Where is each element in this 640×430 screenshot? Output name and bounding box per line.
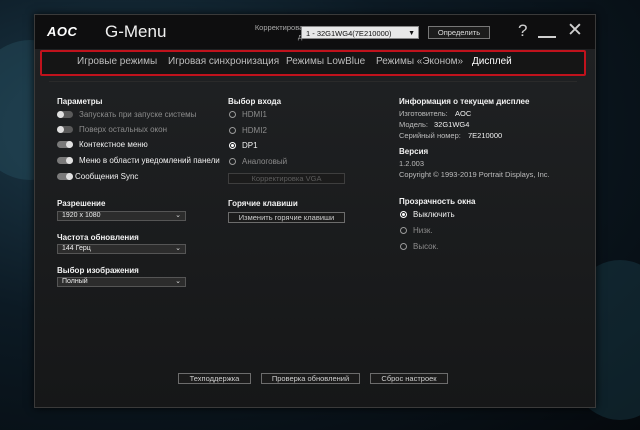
radio-hdmi2[interactable]: [229, 127, 236, 134]
radio-analog-label: Аналоговый: [242, 157, 288, 166]
radio-analog[interactable]: [229, 158, 236, 165]
version-title: Версия: [399, 147, 429, 156]
radio-hdmi1-label: HDMI1: [242, 110, 267, 119]
toggle-autostart-label: Запускать при запуске системы: [79, 110, 197, 119]
version-number: 1.2.003: [399, 159, 425, 168]
refresh-dropdown[interactable]: 144 Герц ⌄: [57, 244, 186, 254]
radio-hdmi1[interactable]: [229, 111, 236, 118]
toggle-on-top-label: Поверх остальных окон: [79, 125, 167, 134]
radio-transparency-high[interactable]: [400, 243, 407, 250]
toggle-tray-menu[interactable]: [57, 157, 73, 164]
radio-transparency-high-label: Высок.: [413, 242, 439, 251]
resolution-value: 1920 x 1080: [62, 212, 101, 219]
radio-transparency-off[interactable]: [400, 211, 407, 218]
serial-value: 7E210000: [468, 131, 503, 140]
transparency-title: Прозрачность окна: [399, 197, 476, 206]
radio-dp1-label: DP1: [242, 141, 258, 150]
chevron-down-icon: ⌄: [175, 278, 181, 285]
image-dropdown[interactable]: Полный ⌄: [57, 277, 186, 287]
model-value: 32G1WG4: [434, 120, 470, 129]
image-title: Выбор изображения: [57, 266, 139, 275]
radio-transparency-low-label: Низк.: [413, 226, 433, 235]
tab-game-sync[interactable]: Игровая синхронизация: [168, 56, 279, 67]
toggle-sync-messages-label: Сообщения Sync: [75, 172, 139, 181]
change-hotkeys-button[interactable]: Изменить горячие клавиши: [228, 212, 345, 223]
support-button[interactable]: Техподдержка: [178, 373, 251, 384]
app-title: G-Menu: [105, 22, 167, 41]
title-bar: AOC G-Menu Корректировать этот дисплей 1…: [35, 15, 595, 49]
input-title: Выбор входа: [228, 97, 282, 106]
gmenu-window: AOC G-Menu Корректировать этот дисплей 1…: [34, 14, 596, 408]
serial-label: Серийный номер:: [399, 131, 461, 140]
reset-settings-button[interactable]: Сброс настроек: [370, 373, 448, 384]
toggle-context-menu[interactable]: [57, 141, 73, 148]
radio-transparency-off-label: Выключить: [413, 210, 455, 219]
model-label: Модель:: [399, 120, 429, 129]
manufacturer-label: Изготовитель:: [399, 109, 448, 118]
monitor-select[interactable]: 1 - 32G1WG4(7E210000) ▼: [301, 26, 419, 39]
manufacturer-value: AOC: [455, 109, 472, 118]
resolution-dropdown[interactable]: 1920 x 1080 ⌄: [57, 211, 186, 221]
minimize-icon[interactable]: [538, 36, 556, 38]
params-title: Параметры: [57, 97, 103, 106]
tab-game-modes[interactable]: Игровые режимы: [77, 56, 157, 67]
tab-bar: Игровые режимы Игровая синхронизация Реж…: [40, 50, 586, 76]
radio-transparency-low[interactable]: [400, 227, 407, 234]
refresh-value: 144 Герц: [62, 245, 91, 252]
radio-hdmi2-label: HDMI2: [242, 126, 267, 135]
refresh-title: Частота обновления: [57, 233, 139, 242]
check-updates-button[interactable]: Проверка обновлений: [261, 373, 360, 384]
toggle-sync-messages[interactable]: [57, 173, 73, 180]
toggle-tray-menu-label: Меню в области уведомлений панели: [79, 156, 220, 165]
toggle-context-menu-label: Контекстное меню: [79, 140, 148, 149]
chevron-down-icon: ▼: [408, 30, 415, 37]
detect-button[interactable]: Определить: [428, 26, 490, 39]
monitor-select-value: 1 - 32G1WG4(7E210000): [306, 29, 392, 38]
image-value: Полный: [62, 278, 88, 285]
chevron-down-icon: ⌄: [175, 212, 181, 219]
hotkeys-title: Горячие клавиши: [228, 199, 298, 208]
chevron-down-icon: ⌄: [175, 245, 181, 252]
tab-eco[interactable]: Режимы «Эконом»: [376, 56, 463, 67]
info-title: Информация о текущем дисплее: [399, 97, 530, 106]
toggle-on-top[interactable]: [57, 126, 73, 133]
close-icon[interactable]: ✕: [567, 21, 583, 41]
aoc-logo: AOC: [47, 24, 78, 39]
tab-lowblue[interactable]: Режимы LowBlue: [286, 56, 365, 67]
toggle-autostart[interactable]: [57, 111, 73, 118]
divider: [49, 81, 577, 82]
copyright-text: Copyright © 1993-2019 Portrait Displays,…: [399, 170, 550, 179]
vga-adjust-button[interactable]: Корректировка VGA: [228, 173, 345, 184]
help-icon[interactable]: ?: [518, 21, 527, 41]
tab-display[interactable]: Дисплей: [472, 56, 512, 67]
resolution-title: Разрешение: [57, 199, 106, 208]
radio-dp1[interactable]: [229, 142, 236, 149]
